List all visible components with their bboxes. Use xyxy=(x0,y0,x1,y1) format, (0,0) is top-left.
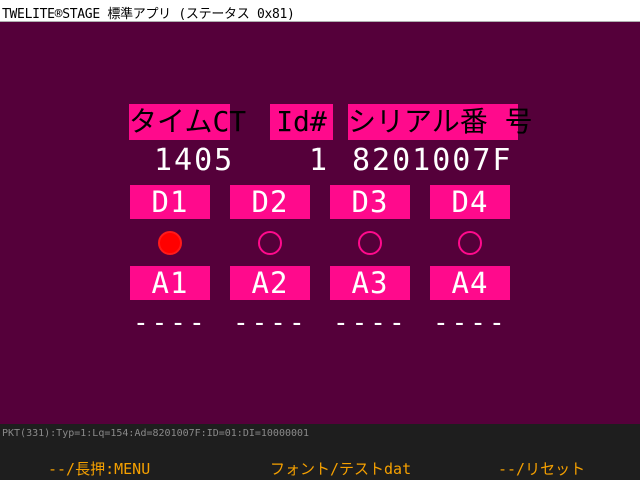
status-screen: タイムCT Id# シリアル番 号 1405 1 8201007F D1 D2 … xyxy=(0,22,640,424)
menu-button[interactable]: --/長押:MENU xyxy=(48,458,150,479)
a4-value: ---- xyxy=(433,308,508,338)
reset-button[interactable]: --/リセット xyxy=(498,458,585,479)
window-title: TWELITE®STAGE 標準アプリ (ステータス 0x81) xyxy=(2,7,295,22)
a4-label: A4 xyxy=(430,266,510,300)
d3-indicator xyxy=(358,231,382,255)
d3-label: D3 xyxy=(330,185,410,219)
serial-header: シリアル番 号 xyxy=(348,104,533,140)
d4-indicator xyxy=(458,231,482,255)
d1-indicator xyxy=(158,231,182,255)
a1-value: ---- xyxy=(133,308,208,338)
id-header: Id# xyxy=(270,104,333,140)
a3-label: A3 xyxy=(330,266,410,300)
a2-label: A2 xyxy=(230,266,310,300)
d2-indicator xyxy=(258,231,282,255)
packet-info: PKT(331):Typ=1:Lq=154:Ad=8201007F:ID=01:… xyxy=(2,428,310,439)
d4-label: D4 xyxy=(430,185,510,219)
a2-value: ---- xyxy=(233,308,308,338)
timer-value: 1405 xyxy=(154,143,235,178)
font-test-button[interactable]: フォント/テストdat xyxy=(270,458,411,479)
d2-label: D2 xyxy=(230,185,310,219)
a1-label: A1 xyxy=(130,266,210,300)
a3-value: ---- xyxy=(333,308,408,338)
timer-header: タイムCT xyxy=(129,104,247,140)
title-bar: TWELITE®STAGE 標準アプリ (ステータス 0x81) xyxy=(0,0,640,22)
d1-label: D1 xyxy=(130,185,210,219)
serial-value: 8201007F xyxy=(352,143,513,178)
id-value: 1 xyxy=(309,143,330,178)
status-bar: PKT(331):Typ=1:Lq=154:Ad=8201007F:ID=01:… xyxy=(0,424,640,480)
